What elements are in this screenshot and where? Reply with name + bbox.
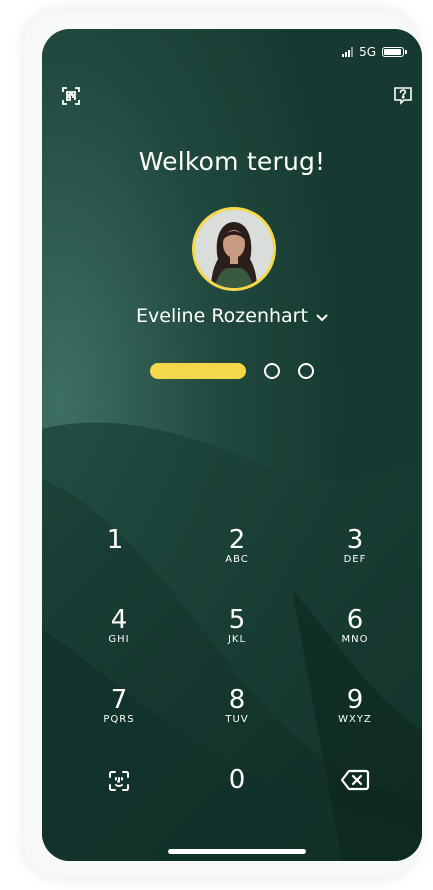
status-bar: 5G (342, 45, 407, 59)
key-digit: 6 (346, 605, 364, 635)
key-8[interactable]: 8 TUV (192, 685, 282, 749)
key-9[interactable]: 9 WXYZ (310, 685, 400, 749)
key-letters: JKL (227, 634, 247, 645)
key-digit: 1 (106, 525, 124, 555)
face-id-button[interactable] (74, 765, 164, 829)
backspace-icon (340, 769, 370, 795)
key-digit: 9 (346, 685, 364, 715)
key-digit: 5 (228, 605, 246, 635)
key-digit: 8 (228, 685, 246, 715)
pin-step-empty (264, 363, 280, 379)
key-letters: GHI (108, 634, 130, 645)
key-digit: 3 (346, 525, 364, 555)
key-letters: MNO (341, 634, 369, 645)
pin-step-empty (298, 363, 314, 379)
face-id-icon (107, 769, 131, 797)
key-letters: DEF (343, 554, 367, 565)
chevron-down-icon (316, 305, 328, 327)
page-title: Welkom terug! (138, 147, 326, 176)
user-selector[interactable]: Eveline Rozenhart (42, 305, 422, 327)
key-0[interactable]: 0 (192, 765, 282, 829)
key-letters: WXYZ (338, 714, 372, 725)
key-letters: TUV (225, 714, 249, 725)
key-4[interactable]: 4 GHI (74, 605, 164, 669)
scan-qr-icon[interactable] (60, 85, 82, 107)
login-screen: 5G Welkom terug! Eveline Rozenhart 1 2 A… (42, 29, 422, 861)
key-letters: ABC (225, 554, 249, 565)
key-digit: 4 (110, 605, 128, 635)
pin-progress-indicator (150, 363, 314, 379)
pin-step-filled (150, 363, 246, 379)
key-7[interactable]: 7 PQRS (74, 685, 164, 749)
key-3[interactable]: 3 DEF (310, 525, 400, 589)
key-letters: PQRS (103, 714, 135, 725)
user-name: Eveline Rozenhart (136, 305, 308, 327)
signal-bars-icon (342, 47, 354, 57)
key-1[interactable]: 1 (70, 525, 160, 589)
help-chat-icon[interactable] (392, 85, 414, 107)
key-digit: 0 (228, 765, 246, 795)
home-indicator (168, 849, 306, 854)
key-2[interactable]: 2 ABC (192, 525, 282, 589)
key-digit: 2 (228, 525, 246, 555)
network-label: 5G (359, 45, 376, 59)
battery-icon (382, 47, 407, 57)
backspace-button[interactable] (310, 765, 400, 829)
avatar (192, 207, 276, 291)
key-5[interactable]: 5 JKL (192, 605, 282, 669)
key-6[interactable]: 6 MNO (310, 605, 400, 669)
key-digit: 7 (110, 685, 128, 715)
